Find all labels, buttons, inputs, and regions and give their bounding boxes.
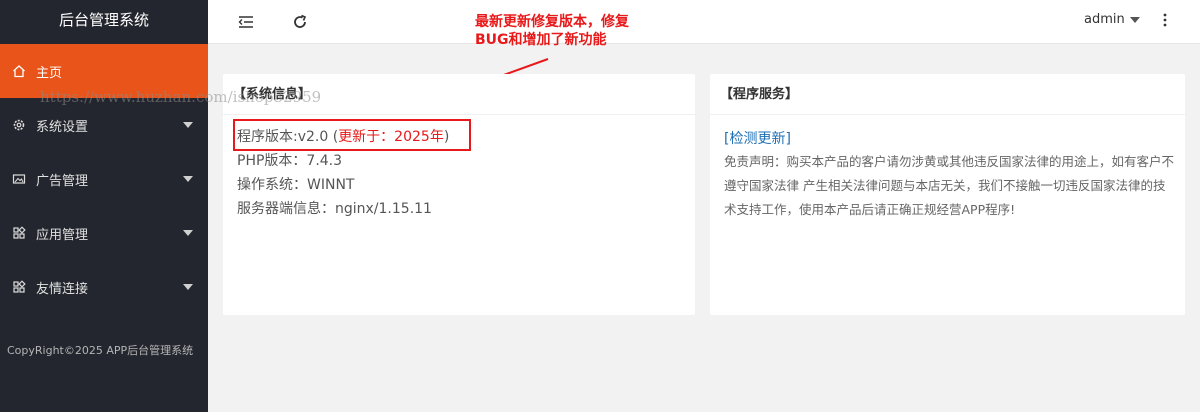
program-service-card: 【程序服务】 [检测更新] 免责声明：购买本产品的客户请勿涉黄或其他违反国家法律… xyxy=(710,74,1185,315)
card-title: 【程序服务】 xyxy=(710,74,1185,115)
version-close: ) xyxy=(443,129,450,145)
server-info: 服务器端信息：nginx/1.15.11 xyxy=(237,201,432,217)
os-info: 操作系统：WINNT xyxy=(237,177,355,193)
sidebar: 后台管理系统 主页 系统设置 广告管理 应用管理 友情连接 CopyRight©… xyxy=(0,0,208,412)
sidebar-item-ad-management[interactable]: 广告管理 xyxy=(0,152,208,206)
version-line: 程序版本:v2.0 (更新于：2025年) xyxy=(237,126,449,146)
sidebar-item-label: 广告管理 xyxy=(36,173,89,189)
chevron-down-icon xyxy=(183,176,193,182)
sidebar-item-home[interactable]: 主页 xyxy=(0,44,208,98)
disclaimer-text: 免责声明：购买本产品的客户请勿涉黄或其他违反国家法律的用途上，如有客户不遵守国家… xyxy=(724,154,1175,217)
sidebar-item-label: 系统设置 xyxy=(36,119,89,135)
brand-title: 后台管理系统 xyxy=(58,11,149,29)
menu-fold-icon[interactable] xyxy=(236,12,256,32)
card-title: 【系统信息】 xyxy=(223,74,695,115)
copyright-text: CopyRight©2025 APP后台管理系统 xyxy=(7,344,194,357)
version-update: 更新于：2025年 xyxy=(338,129,444,145)
user-menu[interactable]: admin xyxy=(1084,12,1140,27)
annotation-line: BUG和增加了新功能 xyxy=(475,32,607,48)
apps-icon xyxy=(12,280,26,294)
more-vertical-icon[interactable] xyxy=(1162,11,1168,33)
sidebar-item-friend-links[interactable]: 友情连接 xyxy=(0,260,208,314)
check-update-link[interactable]: [检测更新] xyxy=(724,128,791,148)
refresh-icon[interactable] xyxy=(290,12,310,32)
system-info-card: 【系统信息】 程序版本:v2.0 (更新于：2025年) PHP版本：7.4.3… xyxy=(223,74,695,315)
sidebar-item-label: 主页 xyxy=(36,65,63,81)
apps-icon xyxy=(12,226,26,240)
chevron-down-icon xyxy=(1129,16,1140,23)
annotation-line: 最新更新修复版本，修复 xyxy=(475,14,629,30)
home-icon xyxy=(12,64,26,78)
version-label: 程序版本:v2.0 ( xyxy=(237,129,339,145)
update-annotation: 最新更新修复版本，修复 BUG和增加了新功能 xyxy=(475,13,629,49)
image-icon xyxy=(12,172,26,186)
chevron-down-icon xyxy=(183,230,193,236)
chevron-down-icon xyxy=(183,122,193,128)
gear-icon xyxy=(12,118,26,132)
username: admin xyxy=(1084,12,1125,27)
chevron-down-icon xyxy=(183,284,193,290)
sidebar-item-label: 应用管理 xyxy=(36,227,89,243)
sidebar-item-label: 友情连接 xyxy=(36,281,89,297)
sidebar-item-app-management[interactable]: 应用管理 xyxy=(0,206,208,260)
top-header: admin xyxy=(208,0,1200,44)
php-version: PHP版本：7.4.3 xyxy=(237,153,343,169)
sidebar-item-system-settings[interactable]: 系统设置 xyxy=(0,98,208,152)
